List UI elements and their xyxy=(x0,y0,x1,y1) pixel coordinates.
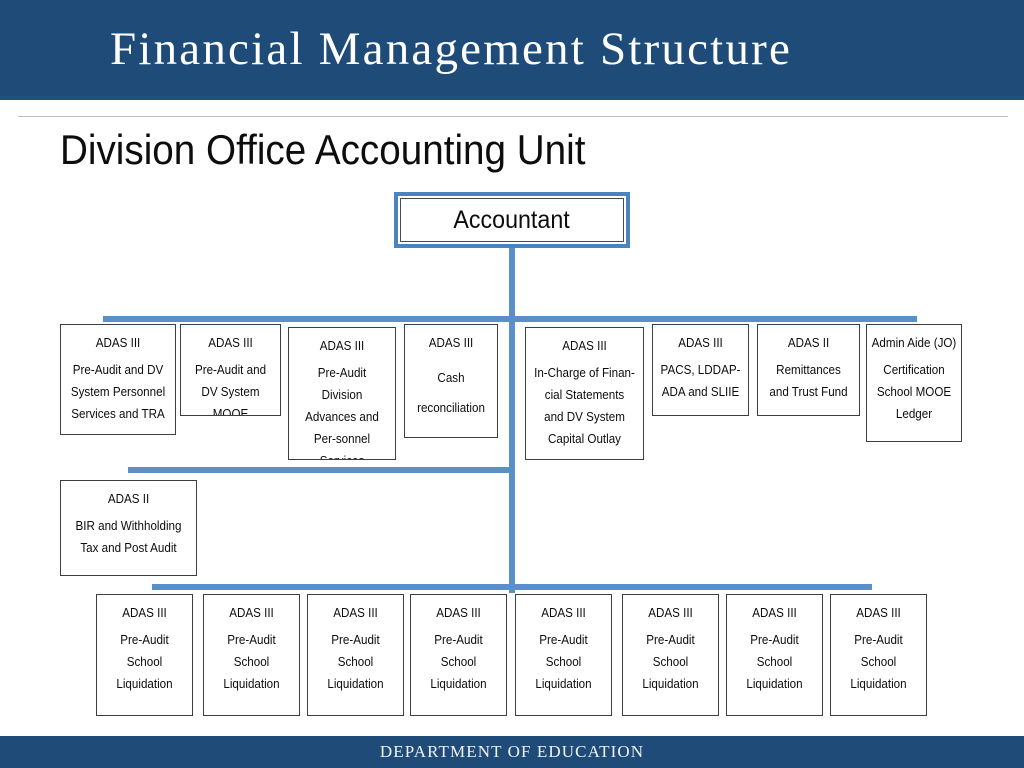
org-box-row3-1[interactable]: ADAS III Pre-Audit School Liquidation xyxy=(96,594,193,716)
connector-trunk xyxy=(509,248,515,593)
org-box-desc: Pre-Audit School Liquidation xyxy=(535,633,592,691)
org-box-desc: Pre-Audit Division Advances and Per-sonn… xyxy=(305,366,379,459)
org-box-desc: Certification School MOOE Ledger xyxy=(876,363,952,421)
org-box-desc: Pre-Audit School Liquidation xyxy=(850,633,907,691)
org-box-row1-3[interactable]: ADAS III Pre-Audit Division Advances and… xyxy=(288,327,396,460)
org-box-desc: In-Charge of Finan-cial Statements and D… xyxy=(534,366,635,446)
org-box-role: ADAS III xyxy=(436,606,481,620)
org-box-desc: BIR and Withholding Tax and Post Audit xyxy=(75,519,182,555)
section-subtitle: Division Office Accounting Unit xyxy=(60,126,586,173)
org-box-row3-4[interactable]: ADAS III Pre-Audit School Liquidation xyxy=(410,594,507,716)
org-box-row1-8[interactable]: Admin Aide (JO) Certification School MOO… xyxy=(866,324,962,442)
slide-canvas: Financial Management Structure Division … xyxy=(0,0,1024,768)
org-box-row1-4[interactable]: ADAS III Cash reconciliation xyxy=(404,324,498,438)
org-box-desc: Pre-Audit School Liquidation xyxy=(116,633,173,691)
org-box-row1-7[interactable]: ADAS II Remittances and Trust Fund xyxy=(757,324,860,416)
org-box-desc: Pre-Audit School Liquidation xyxy=(223,633,280,691)
org-box-accountant-inner: Accountant xyxy=(400,198,624,242)
org-box-role: ADAS II xyxy=(107,492,150,506)
org-box-role: ADAS III xyxy=(208,336,253,350)
org-box-desc: Pre-Audit and DV System Personnel Servic… xyxy=(70,363,166,421)
org-box-row1-6[interactable]: ADAS III PACS, LDDAP-ADA and SLIIE xyxy=(652,324,749,416)
org-box-row3-7[interactable]: ADAS III Pre-Audit School Liquidation xyxy=(726,594,823,716)
org-box-role: ADAS III xyxy=(678,336,723,350)
org-box-role: ADAS III xyxy=(562,339,607,353)
org-box-desc: Pre-Audit School Liquidation xyxy=(642,633,699,691)
org-box-role: ADAS III xyxy=(856,606,901,620)
footer-label: DEPARTMENT OF EDUCATION xyxy=(379,742,645,761)
org-box-row1-2[interactable]: ADAS III Pre-Audit and DV System MOOE xyxy=(180,324,281,416)
header-banner-edge xyxy=(0,96,1024,100)
connector-bar-row3 xyxy=(152,584,872,590)
org-box-row2-1[interactable]: ADAS II BIR and Withholding Tax and Post… xyxy=(60,480,197,576)
org-box-role: ADAS III xyxy=(122,606,167,620)
org-box-desc: PACS, LDDAP-ADA and SLIIE xyxy=(660,363,741,399)
org-box-row3-8[interactable]: ADAS III Pre-Audit School Liquidation xyxy=(830,594,927,716)
org-box-role: ADAS II xyxy=(787,336,830,350)
org-box-row3-5[interactable]: ADAS III Pre-Audit School Liquidation xyxy=(515,594,612,716)
org-box-desc: Pre-Audit School Liquidation xyxy=(327,633,384,691)
org-box-role: ADAS III xyxy=(95,336,141,350)
org-box-role: Admin Aide (JO) xyxy=(871,336,957,350)
connector-bar-row1 xyxy=(103,316,917,322)
org-box-role: ADAS III xyxy=(752,606,797,620)
org-box-row3-6[interactable]: ADAS III Pre-Audit School Liquidation xyxy=(622,594,719,716)
org-box-accountant-label: Accountant xyxy=(453,205,571,234)
org-box-accountant[interactable]: Accountant xyxy=(394,192,630,248)
page-title: Financial Management Structure xyxy=(110,23,793,75)
org-box-role: ADAS III xyxy=(428,336,474,350)
org-box-row1-1[interactable]: ADAS III Pre-Audit and DV System Personn… xyxy=(60,324,176,435)
org-box-role: ADAS III xyxy=(541,606,586,620)
org-box-role: ADAS III xyxy=(333,606,378,620)
org-box-row3-2[interactable]: ADAS III Pre-Audit School Liquidation xyxy=(203,594,300,716)
org-box-desc: Pre-Audit School Liquidation xyxy=(430,633,487,691)
org-box-row3-3[interactable]: ADAS III Pre-Audit School Liquidation xyxy=(307,594,404,716)
org-box-desc: Cash reconciliation xyxy=(417,371,485,415)
org-box-desc: Pre-Audit School Liquidation xyxy=(746,633,803,691)
connector-bar-row2 xyxy=(128,467,515,473)
title-divider xyxy=(18,116,1008,117)
org-box-role: ADAS III xyxy=(319,339,365,353)
org-box-role: ADAS III xyxy=(648,606,693,620)
org-box-row1-5[interactable]: ADAS III In-Charge of Finan-cial Stateme… xyxy=(525,327,644,460)
org-box-desc: Pre-Audit and DV System MOOE xyxy=(194,363,267,416)
org-box-desc: Remittances and Trust Fund xyxy=(769,363,848,399)
org-box-role: ADAS III xyxy=(229,606,274,620)
